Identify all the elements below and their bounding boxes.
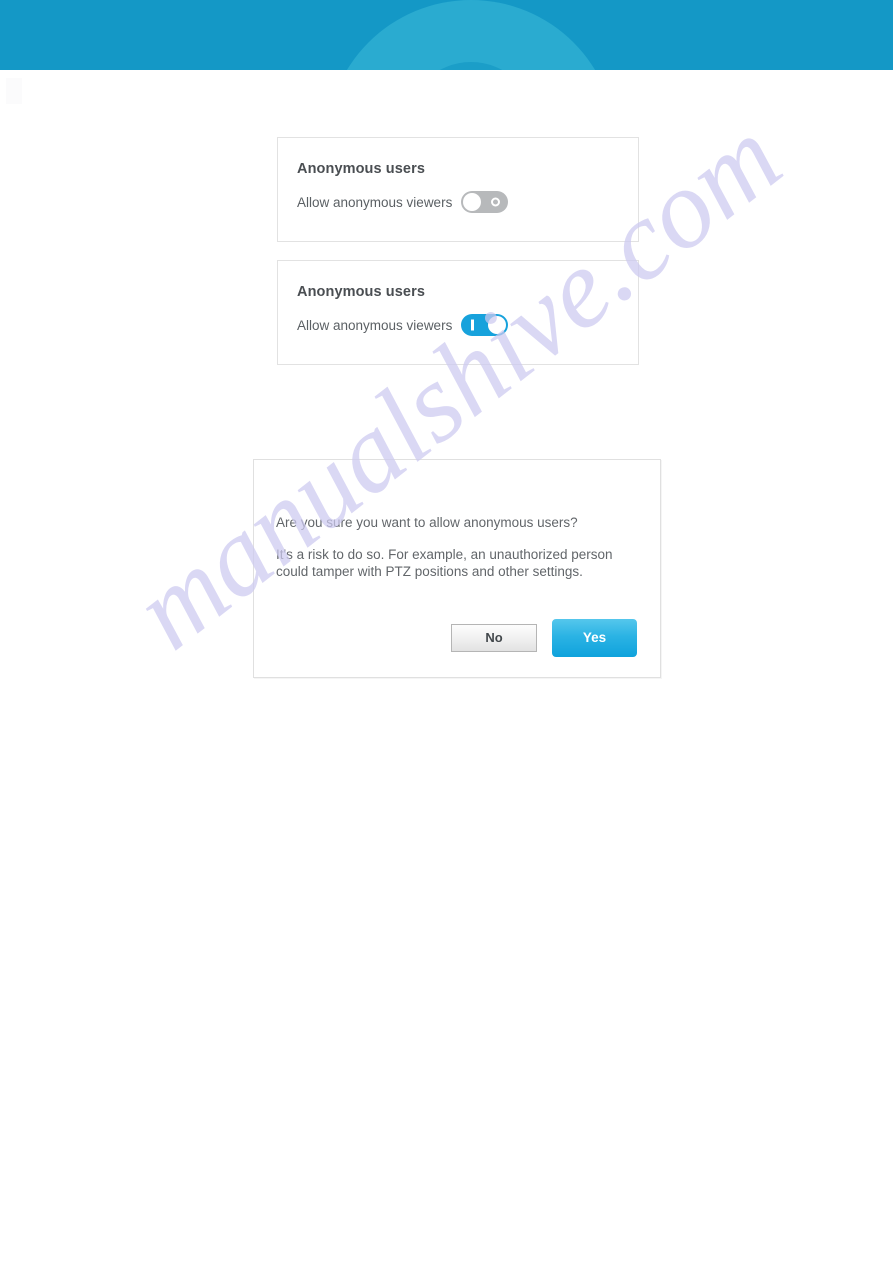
dialog-question-text: Are you sure you want to allow anonymous… <box>276 515 578 530</box>
yes-button[interactable]: Yes <box>552 619 637 657</box>
toggle-knob <box>488 316 507 334</box>
allow-anonymous-viewers-label: Allow anonymous viewers <box>297 194 453 210</box>
confirm-anonymous-users-dialog: Are you sure you want to allow anonymous… <box>253 459 661 678</box>
allow-anonymous-viewers-row: Allow anonymous viewers <box>297 191 509 213</box>
allow-anonymous-viewers-row: Allow anonymous viewers <box>297 314 509 336</box>
toggle-off-circle-icon <box>491 197 501 207</box>
allow-anonymous-viewers-toggle-on[interactable] <box>461 314 509 336</box>
page-header-banner <box>0 0 893 70</box>
anonymous-users-card-off: Anonymous users Allow anonymous viewers <box>277 137 639 242</box>
allow-anonymous-viewers-toggle-off[interactable] <box>461 191 509 213</box>
dialog-action-bar: No Yes <box>254 619 662 658</box>
header-decorative-circle-large <box>326 0 616 70</box>
dialog-detail-text: It's a risk to do so. For example, an un… <box>276 547 613 579</box>
card-title: Anonymous users <box>297 161 425 177</box>
card-title: Anonymous users <box>297 284 425 300</box>
no-button[interactable]: No <box>451 624 537 652</box>
page-edge-artifact <box>6 78 22 104</box>
toggle-on-bar-icon <box>471 319 474 331</box>
toggle-knob <box>463 193 482 211</box>
anonymous-users-card-on: Anonymous users Allow anonymous viewers <box>277 260 639 365</box>
allow-anonymous-viewers-label: Allow anonymous viewers <box>297 317 453 333</box>
